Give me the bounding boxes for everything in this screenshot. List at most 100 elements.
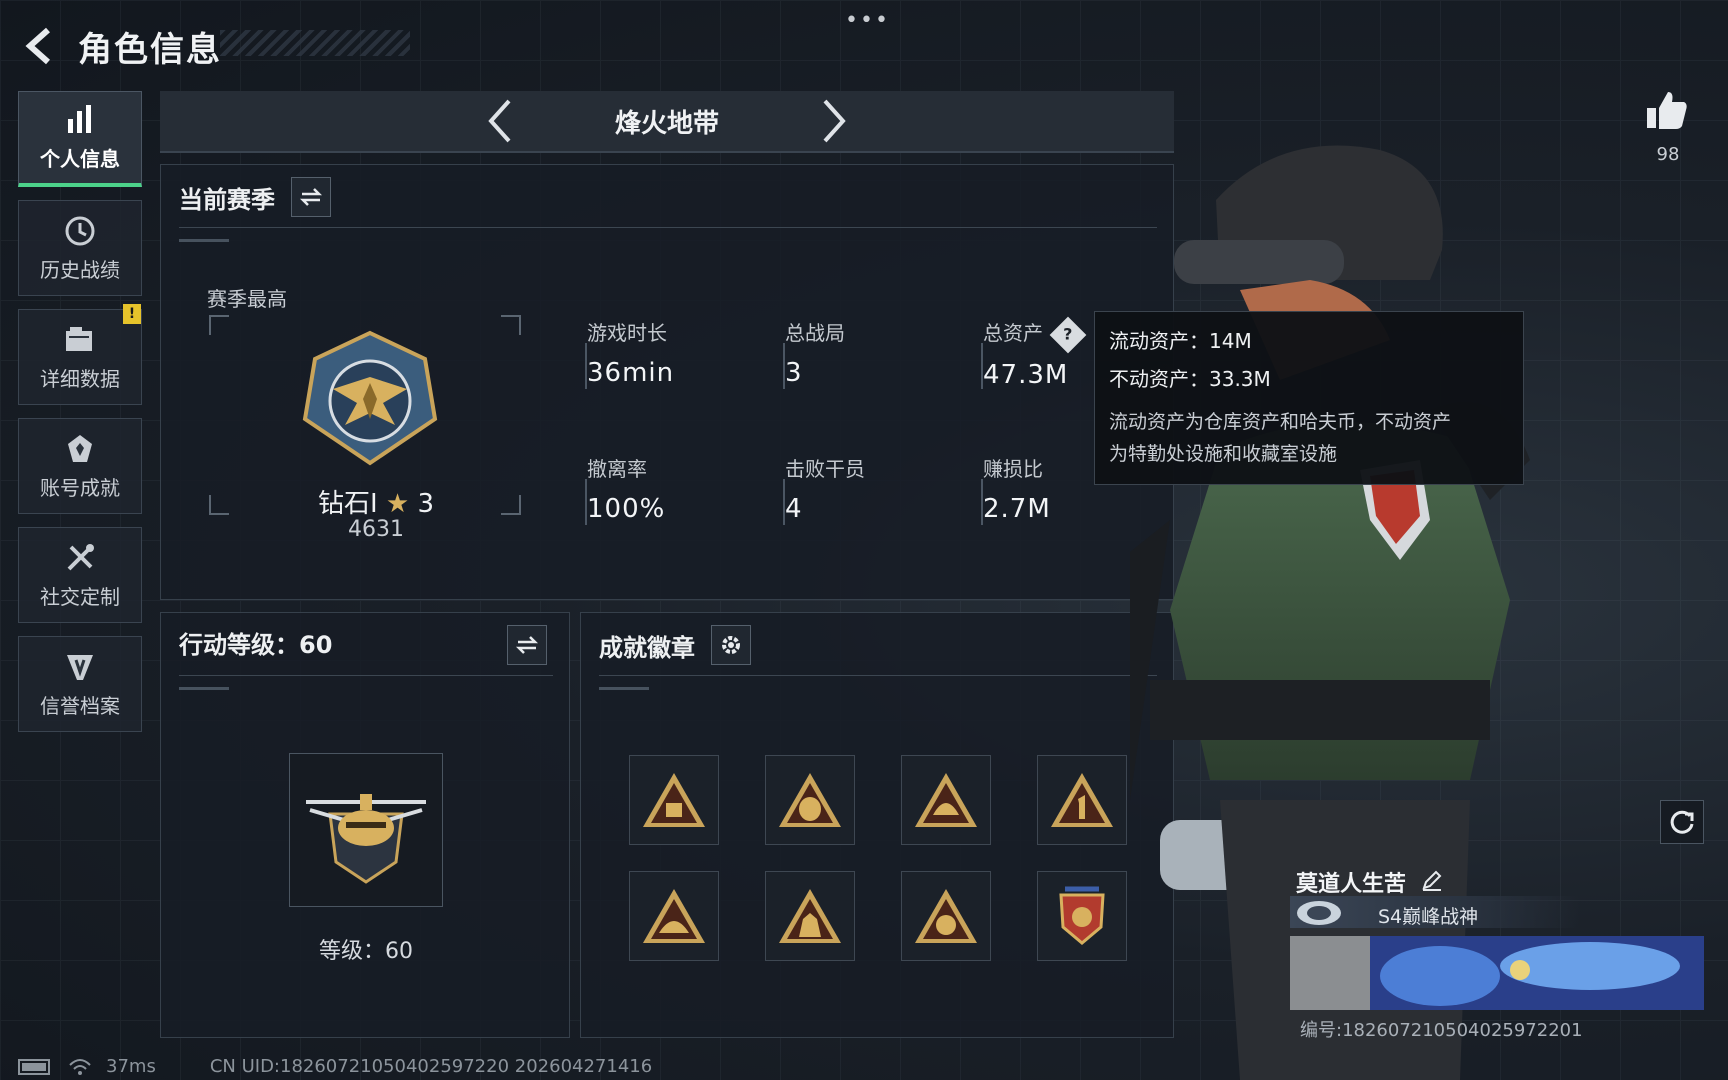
rank-stars: 3 <box>417 489 435 519</box>
achievement-badge[interactable] <box>1037 871 1127 961</box>
rotate-character-button[interactable] <box>1660 800 1704 844</box>
level-badge <box>289 753 443 907</box>
sidebar-item-achievements[interactable]: 账号成就 <box>18 418 142 514</box>
stat-label: 总资产 <box>983 321 1043 345</box>
stat-label: 击败干员 <box>785 457 865 481</box>
rank-name: 钻石I <box>317 489 378 519</box>
tooltip-description-line: 流动资产为仓库资产和哈夫币，不动资产 <box>1109 411 1452 433</box>
achievement-badge[interactable] <box>901 755 991 845</box>
helmet-56-badge-icon <box>915 773 977 827</box>
sidebar-item-social-custom[interactable]: 社交定制 <box>18 527 142 623</box>
skull-badge-icon <box>915 889 977 943</box>
achievement-badge[interactable] <box>629 871 719 961</box>
refresh-icon <box>1670 810 1694 834</box>
chevron-left-icon <box>488 99 511 143</box>
sidebar-item-label: 信誉档案 <box>40 693 120 718</box>
tooltip-description: 流动资产为仓库资产和哈夫币，不动资产 为特勤处设施和收藏室设施 <box>1109 406 1509 470</box>
panel-title: 成就徽章 <box>599 633 695 662</box>
stat-value: 100% <box>587 494 666 524</box>
rank-score: 4631 <box>348 517 404 542</box>
sidebar: 个人信息 历史战绩 ! 详细数据 账号成就 社交定制 信誉档案 <box>18 91 144 745</box>
rucksack-badge-icon <box>643 773 705 827</box>
liquid-assets: 流动资产：14M <box>1109 329 1252 353</box>
sidebar-item-label: 账号成就 <box>40 475 120 500</box>
chevron-right-icon <box>823 99 846 143</box>
swap-icon <box>515 636 539 654</box>
more-menu-button[interactable]: ••• <box>845 8 890 33</box>
switch-season-button[interactable] <box>291 177 331 217</box>
sidebar-item-label: 历史战绩 <box>40 257 120 282</box>
backpack-55-badge-icon <box>779 773 841 827</box>
pencil-icon <box>1422 870 1442 891</box>
stat-play-time: 游戏时长 36min <box>585 317 757 389</box>
panel-header: 成就徽章 <box>599 625 751 665</box>
helmet-badge-icon <box>643 889 705 943</box>
achievement-badge[interactable] <box>901 871 991 961</box>
squad-badge-icon <box>779 889 841 943</box>
sidebar-item-detailed-data[interactable]: ! 详细数据 <box>18 304 142 405</box>
like-button[interactable] <box>1644 88 1690 134</box>
player-name: 莫道人生苦 <box>1296 872 1407 897</box>
stat-label: 撤离率 <box>587 457 647 481</box>
credit-shield-icon <box>67 654 93 680</box>
stat-label: 游戏时长 <box>587 321 667 345</box>
divider <box>179 675 553 676</box>
status-footer: 37ms CN UID:1826072105040259722​0 202604… <box>18 1056 652 1077</box>
sidebar-item-label: 社交定制 <box>40 584 120 609</box>
panel-title: 当前赛季 <box>179 185 275 214</box>
edit-name-button[interactable] <box>1420 868 1444 892</box>
mode-title: 烽火地带 <box>614 108 719 139</box>
player-banner[interactable] <box>1290 936 1704 1010</box>
achievement-icon <box>68 434 92 462</box>
stat-value: 36min <box>587 358 675 388</box>
player-name-card: 莫道人生苦 S4巅峰战神 编号:182607210504025972201 <box>1290 866 1704 1041</box>
fixed-assets: 不动资产：33.3M <box>1109 367 1271 391</box>
divider-accent <box>179 239 229 242</box>
top-bar: 角色信息 <box>18 18 222 74</box>
sidebar-item-credit-record[interactable]: 信誉档案 <box>18 636 142 732</box>
stat-value: 3 <box>785 358 803 388</box>
mode-next-button[interactable] <box>812 99 856 143</box>
divider <box>179 227 1157 228</box>
page-title: 角色信息 <box>78 29 222 70</box>
action-level-panel: 行动等级：60 等级：60 <box>160 612 570 1038</box>
back-button[interactable] <box>18 22 66 70</box>
thumbs-up-icon <box>1647 92 1687 129</box>
back-arrow-icon <box>25 27 50 65</box>
mode-selector-bar: 烽火地带 <box>160 91 1174 153</box>
gear-icon <box>722 636 740 654</box>
current-season-panel: 当前赛季 赛季最高 钻石I ★ 3 4631 游戏时长 36min 总战局 3 <box>160 164 1174 600</box>
achievement-badge[interactable] <box>765 755 855 845</box>
stat-operators-defeated: 击败干员 4 <box>783 453 955 525</box>
warning-badge: ! <box>123 304 141 324</box>
help-icon[interactable]: ? <box>1049 316 1087 353</box>
title-emblem-icon <box>1297 901 1341 925</box>
stat-extraction-rate: 撤离率 100% <box>585 453 757 525</box>
sidebar-item-history[interactable]: 历史战绩 <box>18 200 142 296</box>
panel-title: 行动等级：60 <box>179 631 333 659</box>
ping-value: 37ms <box>106 1056 156 1077</box>
player-title: S4巅峰战神 <box>1378 906 1479 928</box>
history-clock-icon <box>65 216 95 245</box>
diamond-rank-emblem-icon <box>302 330 438 466</box>
badge-settings-button[interactable] <box>711 625 751 665</box>
achievement-badge[interactable] <box>1037 755 1127 845</box>
rank-name-row: 钻石I ★ 3 <box>256 483 496 520</box>
wifi-icon <box>69 1058 91 1075</box>
player-uid: 编号:182607210504025972201 <box>1300 1020 1583 1041</box>
divider-accent <box>179 687 229 690</box>
panel-header: 行动等级：60 <box>179 625 332 660</box>
folder-icon <box>66 326 92 351</box>
panel-header: 当前赛季 <box>179 177 331 217</box>
mode-prev-button[interactable] <box>478 99 522 143</box>
title-decoration <box>220 30 410 56</box>
like-count: 98 <box>1656 144 1680 165</box>
switch-level-button[interactable] <box>507 625 547 665</box>
stat-total-matches: 总战局 3 <box>783 317 955 389</box>
asset-tooltip: 流动资产：14M 不动资产：33.3M 流动资产为仓库资产和哈夫币，不动资产 为… <box>1094 311 1524 485</box>
number-1-badge-icon <box>1051 773 1113 827</box>
banner-artwork <box>1290 936 1704 1010</box>
achievement-badge[interactable] <box>629 755 719 845</box>
achievement-badge[interactable] <box>765 871 855 961</box>
sidebar-item-personal-info[interactable]: 个人信息 <box>18 91 142 187</box>
